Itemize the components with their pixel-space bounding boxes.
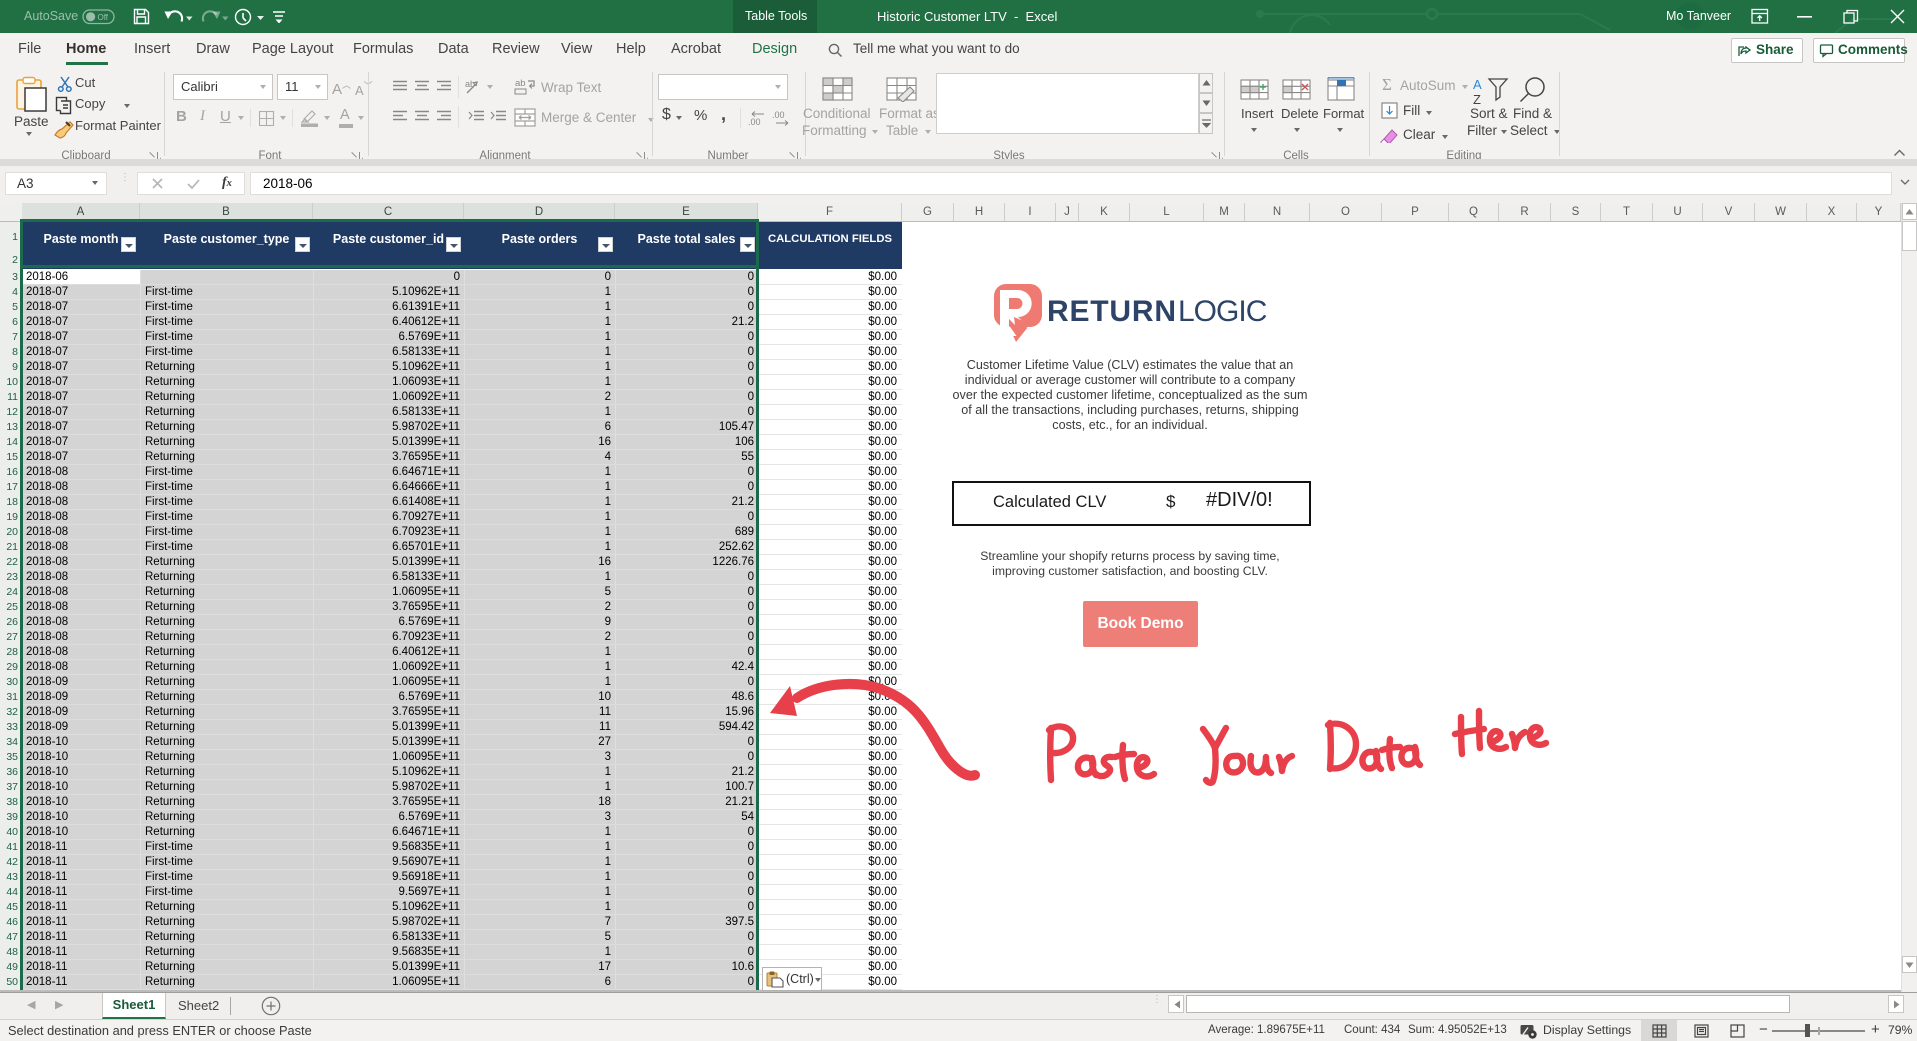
svg-text:RETURN: RETURN <box>1047 295 1177 328</box>
svg-text:Z: Z <box>1473 92 1481 106</box>
svg-text:.00: .00 <box>772 110 785 120</box>
svg-text:.00: .00 <box>748 117 761 127</box>
svg-text:ab: ab <box>465 79 475 89</box>
svg-text:LOGIC: LOGIC <box>1178 295 1267 328</box>
svg-text:Off: Off <box>98 13 109 22</box>
svg-text:A: A <box>1473 77 1482 92</box>
svg-text:ab: ab <box>515 78 526 89</box>
